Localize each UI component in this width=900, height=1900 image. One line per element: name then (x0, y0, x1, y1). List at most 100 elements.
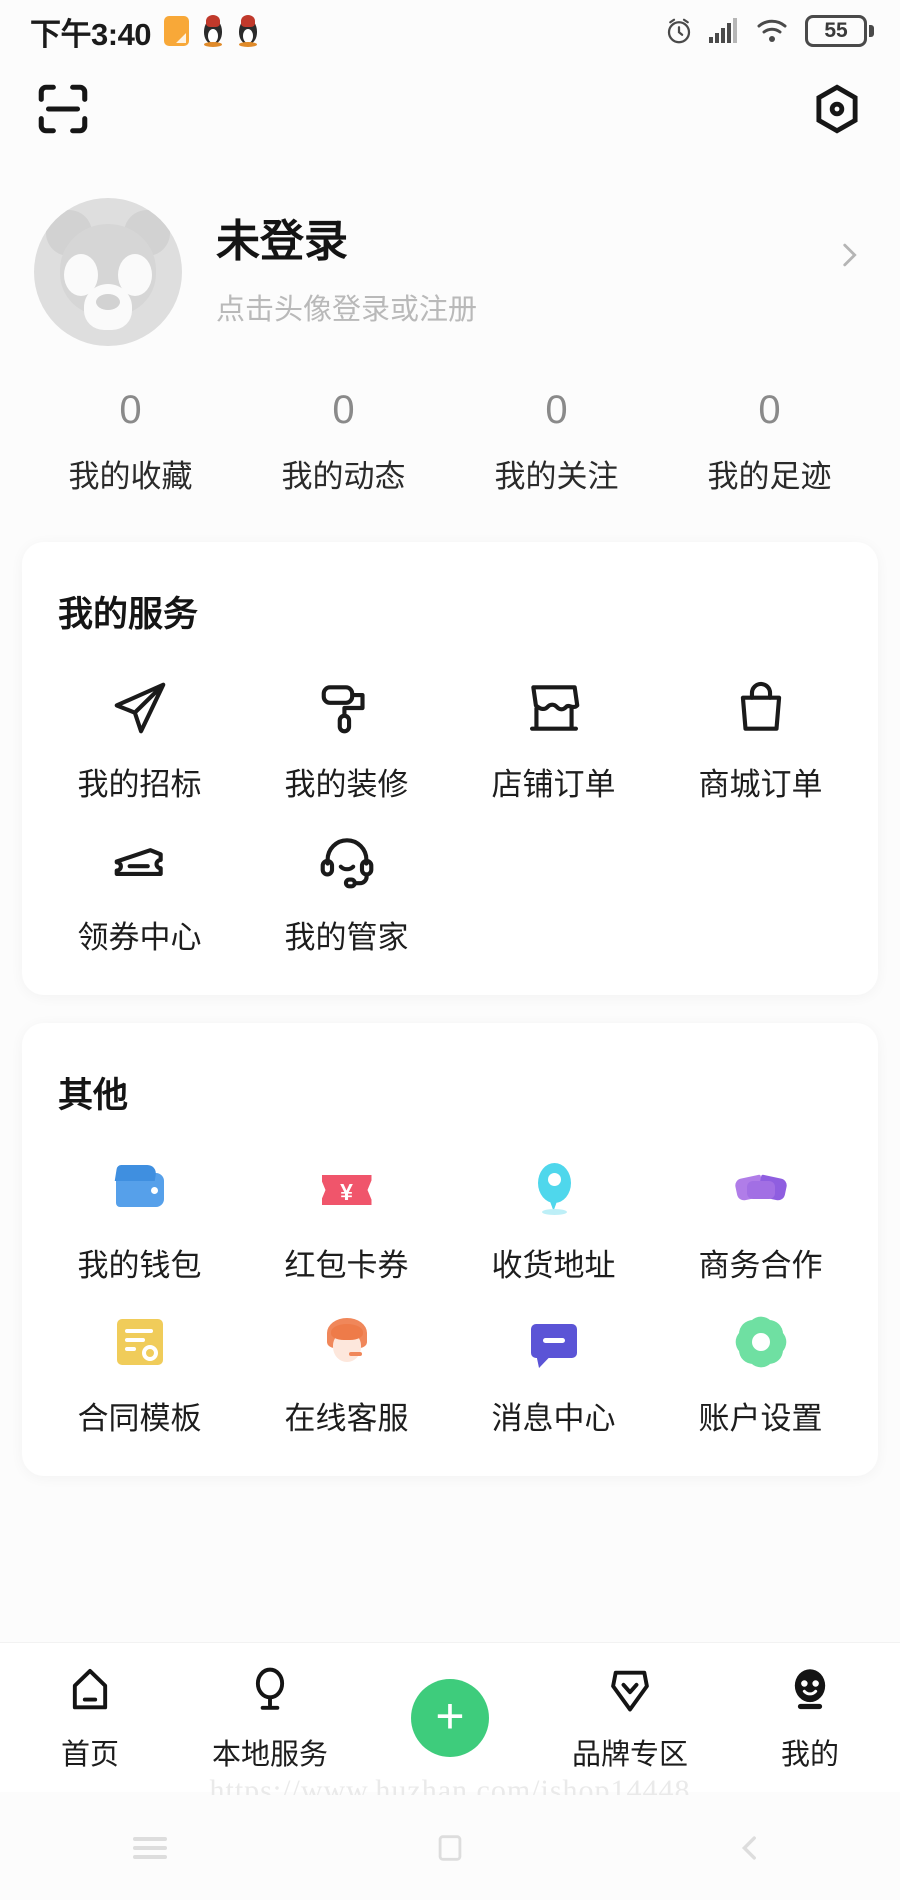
android-system-nav (0, 1795, 900, 1900)
battery-percent: 55 (824, 19, 848, 42)
customer-service-agent-icon (319, 1314, 375, 1370)
back-chevron-icon[interactable] (728, 1826, 772, 1870)
service-label: 我的管家 (284, 920, 409, 955)
stat-value: 0 (332, 388, 355, 432)
service-label: 我的装修 (284, 767, 409, 802)
other-label: 在线客服 (284, 1401, 409, 1436)
stats-row: 0 我的收藏 0 我的动态 0 我的关注 0 我的足迹 (0, 346, 900, 496)
stat-item-footprints[interactable]: 0 我的足迹 (663, 388, 876, 496)
alarm-icon (667, 18, 691, 44)
other-label: 收货地址 (491, 1248, 616, 1283)
service-item-decoration[interactable]: 我的装修 (243, 655, 450, 808)
nav-item-profile[interactable]: 我的 (720, 1663, 900, 1773)
paper-plane-icon (36, 677, 243, 739)
red-coupon-icon: ¥ (319, 1161, 375, 1217)
other-item-wallet[interactable]: 我的钱包 (36, 1136, 243, 1289)
other-item-support[interactable]: 在线客服 (243, 1289, 450, 1442)
service-item-butler[interactable]: 我的管家 (243, 808, 450, 961)
other-card: 其他 我的钱包 ¥ 红包卡券 收货地址 商务合作 合同模板 在线客服 消息中心 … (22, 1023, 878, 1476)
qq-penguin-icon (202, 15, 224, 47)
contract-document-icon (112, 1314, 168, 1370)
nav-label: 我的 (780, 1738, 839, 1771)
profile-text: 未登录 点击头像登录或注册 (216, 216, 477, 329)
service-item-coupon-center[interactable]: 领券中心 (36, 808, 243, 961)
qq-penguin-icon (237, 15, 259, 47)
stat-item-favorites[interactable]: 0 我的收藏 (24, 388, 237, 496)
other-item-business[interactable]: 商务合作 (657, 1136, 864, 1289)
stat-label: 我的足迹 (707, 459, 832, 494)
service-label: 领券中心 (77, 920, 202, 955)
other-item-address[interactable]: 收货地址 (450, 1136, 657, 1289)
shopping-bag-icon (657, 677, 864, 739)
status-bar: 下午3:40 55 (0, 0, 900, 62)
chevron-right-icon[interactable] (832, 238, 866, 277)
service-item-bidding[interactable]: 我的招标 (36, 655, 243, 808)
recents-icon[interactable] (128, 1826, 172, 1870)
other-title: 其他 (58, 1076, 129, 1115)
service-label: 店铺订单 (491, 767, 616, 802)
status-bar-left: 下午3:40 (30, 9, 259, 54)
handshake-icon (733, 1161, 789, 1217)
nav-label: 本地服务 (211, 1738, 328, 1771)
stat-value: 0 (119, 388, 142, 432)
home-square-icon[interactable] (428, 1826, 472, 1870)
status-bar-right: 55 (664, 15, 874, 47)
coupon-ticket-icon (36, 830, 243, 892)
other-item-messages[interactable]: 消息中心 (450, 1289, 657, 1442)
brand-badge-icon (540, 1663, 720, 1717)
stat-label: 我的收藏 (68, 459, 193, 494)
nav-item-local-service[interactable]: 本地服务 (180, 1663, 360, 1773)
other-label: 红包卡券 (284, 1248, 409, 1283)
other-label: 商务合作 (698, 1248, 823, 1283)
stat-item-activity[interactable]: 0 我的动态 (237, 388, 450, 496)
my-services-grid: 我的招标 我的装修 店铺订单 商城订单 领券中心 我的管家 (22, 645, 878, 995)
location-service-icon (180, 1663, 360, 1717)
nav-item-add[interactable]: + (360, 1678, 540, 1757)
note-icon (164, 16, 190, 46)
stat-item-following[interactable]: 0 我的关注 (450, 388, 663, 496)
bottom-navigation: 首页 本地服务 + 品牌专区 我的 (0, 1642, 900, 1792)
profile-header[interactable]: 未登录 点击头像登录或注册 (0, 160, 900, 346)
hexagon-dot-icon[interactable] (808, 80, 866, 143)
message-bubble-icon (526, 1314, 582, 1370)
location-pin-icon (526, 1161, 582, 1217)
profile-subtitle: 点击头像登录或注册 (216, 294, 478, 327)
other-label: 合同模板 (77, 1401, 202, 1436)
plus-fab-icon[interactable]: + (411, 1678, 489, 1757)
other-label: 我的钱包 (77, 1248, 202, 1283)
other-item-coupons[interactable]: ¥ 红包卡券 (243, 1136, 450, 1289)
scan-qr-icon[interactable] (34, 80, 92, 143)
stat-value: 0 (758, 388, 781, 432)
profile-filled-icon (720, 1663, 900, 1717)
other-label: 消息中心 (491, 1401, 616, 1436)
stat-value: 0 (545, 388, 568, 432)
my-services-title: 我的服务 (58, 595, 199, 634)
nav-item-home[interactable]: 首页 (0, 1663, 180, 1773)
panda-avatar-placeholder[interactable] (34, 198, 182, 346)
paint-roller-icon (243, 677, 450, 739)
headset-icon (243, 830, 450, 892)
nav-label: 首页 (60, 1738, 119, 1771)
wifi-icon (757, 19, 787, 42)
wallet-icon (112, 1161, 168, 1217)
other-grid: 我的钱包 ¥ 红包卡券 收货地址 商务合作 合同模板 在线客服 消息中心 账户设… (22, 1126, 878, 1476)
other-label: 账户设置 (698, 1401, 823, 1436)
service-item-mall-orders[interactable]: 商城订单 (657, 655, 864, 808)
other-item-contract[interactable]: 合同模板 (36, 1289, 243, 1442)
storefront-icon (450, 677, 657, 739)
stat-label: 我的关注 (494, 459, 619, 494)
stat-label: 我的动态 (281, 459, 406, 494)
service-item-shop-orders[interactable]: 店铺订单 (450, 655, 657, 808)
battery-icon: 55 (805, 15, 874, 47)
my-services-card: 我的服务 我的招标 我的装修 店铺订单 商城订单 领券中心 我的管家 (22, 542, 878, 995)
app-screen: 下午3:40 55 未登录 点击头像登录或注册 0 我的收藏 0 我的动态 0 … (0, 0, 900, 1900)
signal-icon (709, 18, 737, 43)
other-item-settings[interactable]: 账户设置 (657, 1289, 864, 1442)
profile-name: 未登录 (216, 216, 348, 266)
nav-item-brand-zone[interactable]: 品牌专区 (540, 1663, 720, 1773)
status-time: 下午3:40 (30, 16, 152, 52)
home-icon (0, 1663, 180, 1717)
service-label: 我的招标 (77, 767, 202, 802)
service-label: 商城订单 (698, 767, 823, 802)
nav-label: 品牌专区 (571, 1738, 688, 1771)
